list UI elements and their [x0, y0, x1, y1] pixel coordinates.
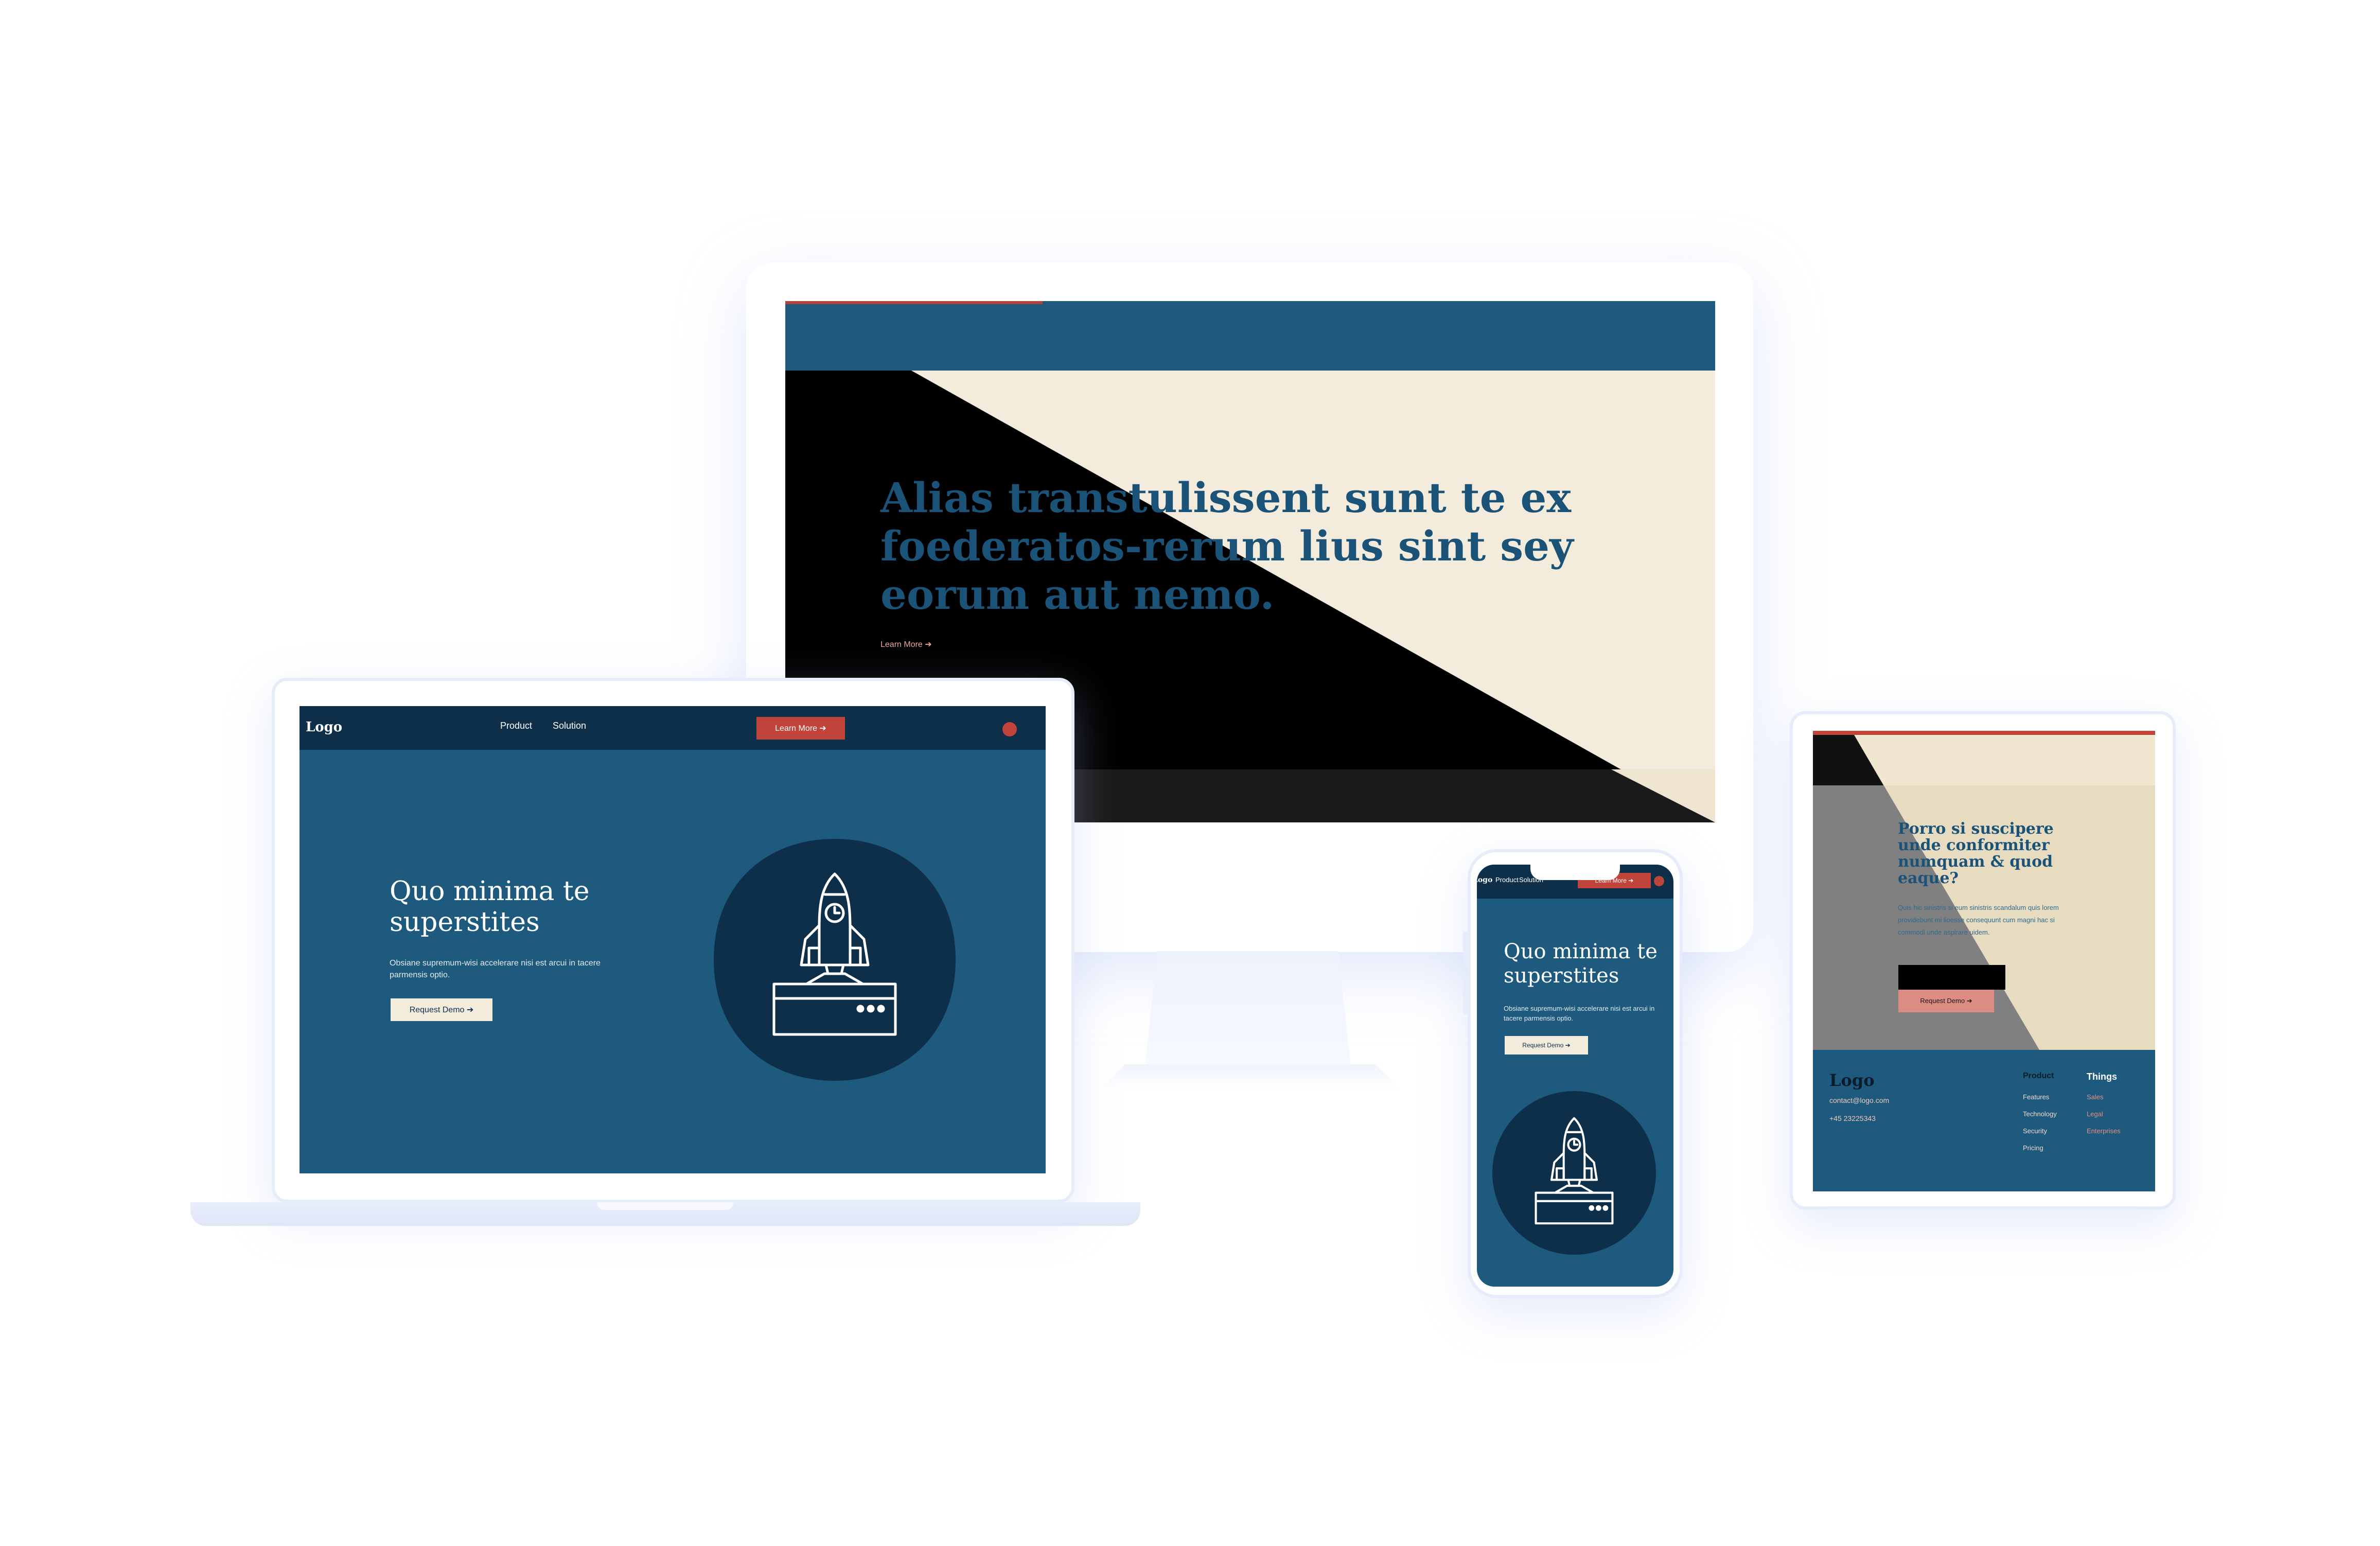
- tablet-footer-email[interactable]: contact@logo.com: [1829, 1096, 1889, 1104]
- tablet-hero-description: Quis hic sinistris si eum sinistris scan…: [1898, 904, 2059, 936]
- tablet-footer-link[interactable]: Sales: [2087, 1093, 2104, 1101]
- laptop-screen: Logo Product Solution Learn More ➔ Quo m…: [299, 706, 1046, 1173]
- tablet-footer-link[interactable]: Technology: [2023, 1110, 2057, 1118]
- tablet-footer-product-heading: Product: [2023, 1071, 2054, 1080]
- tablet-footer-link[interactable]: Security: [2023, 1127, 2047, 1135]
- laptop-notch: [597, 1202, 733, 1210]
- phone-screen: Logo Product Solution Learn More ➔ Quo m…: [1477, 865, 1673, 1287]
- phone-request-demo-button[interactable]: Request Demo ➔: [1505, 1036, 1588, 1055]
- tablet-request-demo-button[interactable]: Request Demo ➔: [1898, 990, 1994, 1012]
- phone-hero-description: Obsiane supremum-wisi accelerare nisi es…: [1504, 1005, 1655, 1022]
- phone-nav-product[interactable]: Product: [1495, 876, 1519, 884]
- laptop-menu-dot-icon[interactable]: [1002, 722, 1017, 736]
- tablet-footer-link[interactable]: Pricing: [2023, 1144, 2043, 1152]
- monitor-hero-title: Alias transtulissent sunt te ex foederat…: [880, 473, 1574, 619]
- tablet-footer-link[interactable]: Features: [2023, 1093, 2049, 1101]
- tablet-footer: Logo contact@logo.com +45 23225343 Produ…: [1813, 1050, 2155, 1191]
- monitor-stand: [1145, 951, 1351, 1067]
- phone-logo[interactable]: Logo: [1477, 876, 1492, 884]
- tablet-hero-title: Porro si suscipere unde conformiter numq…: [1898, 820, 2054, 887]
- phone-hero-title: Quo minima te superstites: [1504, 940, 1658, 988]
- laptop-request-demo-button[interactable]: Request Demo ➔: [391, 998, 492, 1021]
- laptop-learn-more-button[interactable]: Learn More ➔: [756, 717, 845, 740]
- tablet-black-block: [1898, 965, 2005, 990]
- monitor-learn-more-link[interactable]: Learn More ➔: [880, 639, 932, 649]
- monitor-accent-line: [785, 301, 1043, 304]
- tablet-footer-things-heading: Things: [2087, 1071, 2117, 1082]
- tablet-accent-line: [1813, 731, 2155, 735]
- tablet-footer-logo[interactable]: Logo: [1829, 1070, 1875, 1090]
- laptop-hero-description: Obsiane supremum-wisi accelerare nisi es…: [390, 959, 601, 979]
- phone-side-button: [1463, 932, 1468, 968]
- phone-side-button: [1463, 978, 1468, 1014]
- rocket-launch-icon: [714, 839, 956, 1081]
- tablet-footer-link[interactable]: Legal: [2087, 1110, 2103, 1118]
- rocket-launch-icon: [1492, 1091, 1656, 1255]
- laptop-hero-title: Quo minima te superstites: [390, 876, 590, 938]
- tablet-footer-link[interactable]: Enterprises: [2087, 1127, 2121, 1135]
- monitor-top-bar: [785, 301, 1715, 371]
- laptop-nav-product[interactable]: Product: [500, 721, 532, 731]
- laptop-nav-solution[interactable]: Solution: [553, 721, 586, 731]
- tablet-screen: Porro si suscipere unde conformiter numq…: [1813, 731, 2155, 1191]
- tablet-footer-phone[interactable]: +45 23225343: [1829, 1114, 1876, 1122]
- laptop-navbar: [299, 706, 1046, 750]
- laptop-logo[interactable]: Logo: [306, 719, 342, 735]
- monitor-base: [1101, 1064, 1400, 1089]
- phone-notch: [1530, 865, 1620, 880]
- phone-menu-dot-icon[interactable]: [1654, 876, 1664, 886]
